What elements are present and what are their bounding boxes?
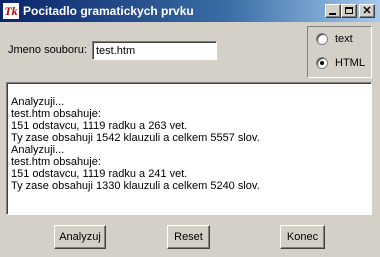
- format-radio-group: text HTML: [307, 26, 372, 78]
- radio-button-text[interactable]: [316, 33, 328, 45]
- output-line: Analyzuji...: [11, 96, 65, 108]
- output-line: Ty zase obsahuji 1542 klauzuli a celkem …: [11, 132, 260, 144]
- window-title: Pocitadlo gramatickych prvku: [23, 4, 194, 18]
- minimize-icon: [329, 13, 336, 15]
- title-bar[interactable]: Tk Pocitadlo gramatickych prvku ✕: [0, 0, 380, 22]
- close-button[interactable]: ✕: [359, 4, 375, 18]
- output-line: 151 odstavcu, 1119 radku a 263 vet.: [11, 120, 188, 132]
- file-name-input[interactable]: [92, 41, 217, 60]
- analyze-button[interactable]: Analyzuj: [54, 225, 106, 249]
- output-line: 151 odstavcu, 1119 radku a 241 vet.: [11, 168, 188, 180]
- reset-button[interactable]: Reset: [167, 225, 210, 249]
- maximize-button[interactable]: [341, 4, 357, 18]
- quit-button[interactable]: Konec: [280, 225, 325, 249]
- output-text-area[interactable]: Analyzuji... test.htm obsahuje: 151 odst…: [6, 82, 372, 215]
- radio-text-label: text: [335, 33, 353, 45]
- output-line: Ty zase obsahuji 1330 klauzuli a celkem …: [11, 180, 260, 192]
- file-name-label: Jmeno souboru:: [8, 44, 87, 56]
- close-icon: ✕: [362, 5, 372, 17]
- output-line: Analyzuji...: [11, 144, 65, 156]
- minimize-button[interactable]: [325, 4, 341, 18]
- tk-icon[interactable]: Tk: [3, 3, 19, 19]
- radio-html-label: HTML: [335, 57, 365, 69]
- radio-button-html[interactable]: [316, 57, 328, 69]
- maximize-icon: [345, 7, 353, 14]
- output-line: test.htm obsahuje:: [11, 156, 101, 168]
- output-line: test.htm obsahuje:: [11, 108, 101, 120]
